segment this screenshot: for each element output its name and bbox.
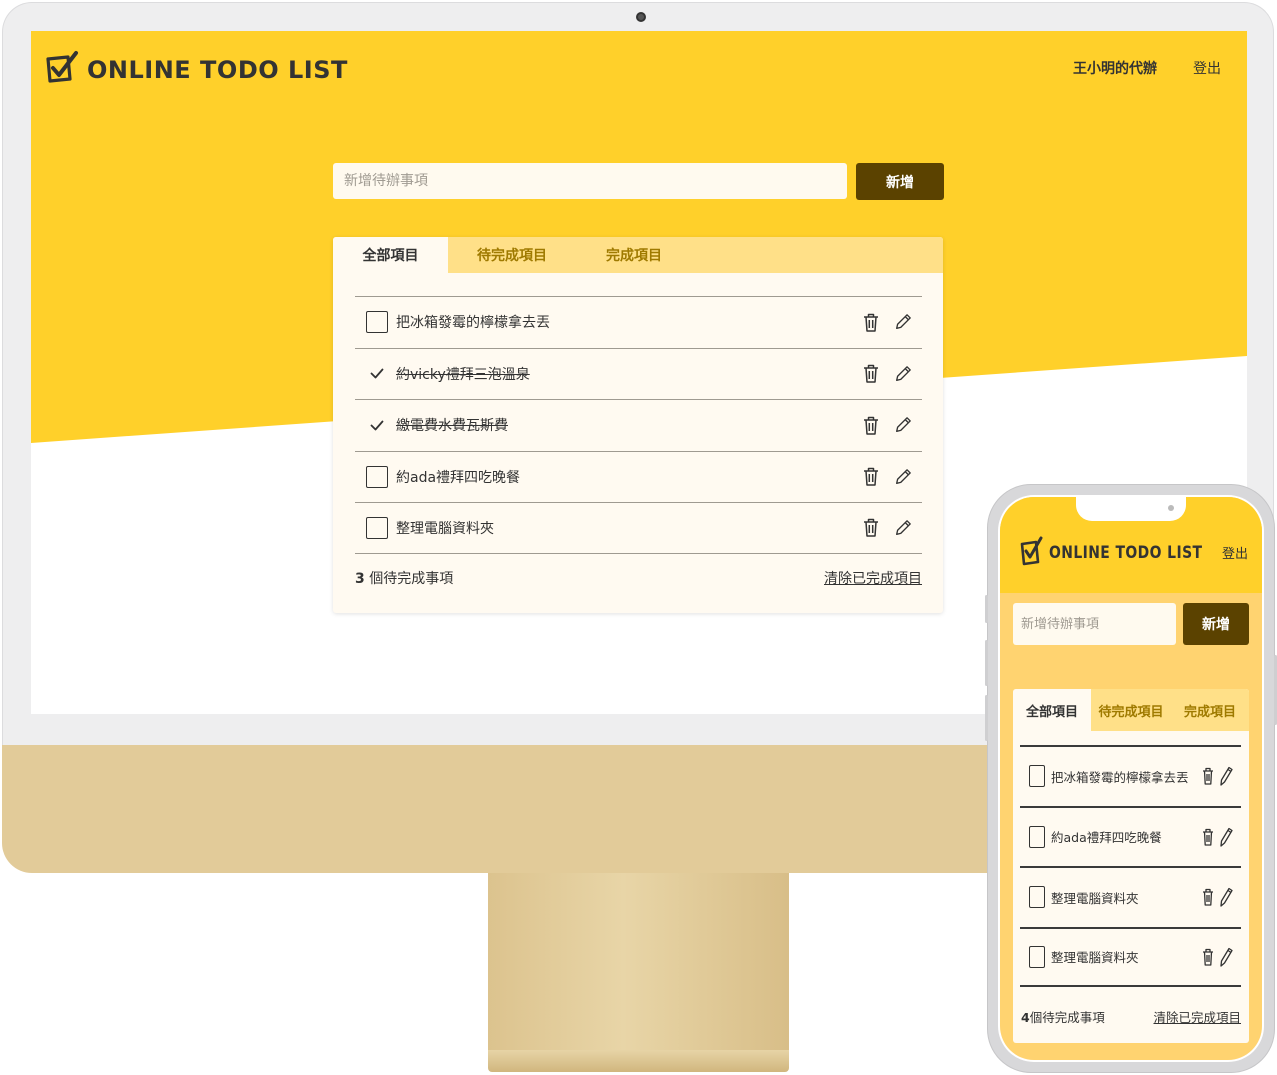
app-title: ONLINE TODO LIST bbox=[87, 56, 348, 84]
pending-suffix: 個待完成事項 bbox=[1029, 1010, 1105, 1025]
checkmark-icon[interactable] bbox=[366, 363, 388, 385]
todo-list: 把冰箱發霉的檸檬拿去丟 約vicky禮拜三泡溫泉 繳電費水費瓦斯費 約ada禮拜… bbox=[355, 296, 922, 554]
todo-text: 約ada禮拜四吃晚餐 bbox=[396, 469, 521, 486]
trash-icon[interactable] bbox=[1201, 828, 1215, 846]
todo-text: 約ada禮拜四吃晚餐 bbox=[1051, 830, 1162, 846]
todo-footer: 3 個待完成事項 清除已完成項目 bbox=[355, 568, 922, 588]
todo-checkbox[interactable] bbox=[366, 465, 388, 488]
trash-icon[interactable] bbox=[862, 467, 880, 487]
mobile-phone-frame: ONLINE TODO LIST 登出 新增 全部項目 待完成項目 完成項目 把… bbox=[985, 484, 1277, 1073]
clear-completed-link[interactable]: 清除已完成項目 bbox=[1153, 1007, 1241, 1026]
clear-completed-link[interactable]: 清除已完成項目 bbox=[824, 568, 922, 588]
pencil-icon[interactable] bbox=[894, 467, 912, 487]
todo-item: 約ada禮拜四吃晚餐 bbox=[355, 450, 922, 503]
todo-checkbox[interactable] bbox=[1029, 945, 1045, 968]
mobile-screen-bezel: ONLINE TODO LIST 登出 新增 全部項目 待完成項目 完成項目 把… bbox=[998, 495, 1264, 1062]
app-logo[interactable]: ONLINE TODO LIST bbox=[43, 50, 348, 90]
todo-item: 整理電腦資料夾 bbox=[355, 502, 922, 554]
mobile-tab-pending[interactable]: 待完成項目 bbox=[1091, 689, 1171, 731]
todo-text: 整理電腦資料夾 bbox=[1051, 950, 1139, 966]
mobile-todo-list: 把冰箱發霉的檸檬拿去丟 約ada禮拜四吃晚餐 整理電腦資料夾 整理電腦資料夾 bbox=[1020, 745, 1241, 987]
device-mockup: ONLINE TODO LIST 王小明的代辦 登出 新增 全部項目 待完成項目… bbox=[0, 0, 1277, 1075]
phone-notch bbox=[1076, 497, 1186, 521]
desktop-monitor-stand-foot bbox=[488, 1050, 789, 1072]
pencil-icon[interactable] bbox=[894, 312, 912, 332]
checkbox-logo-icon bbox=[43, 50, 79, 90]
todo-card: 全部項目 待完成項目 完成項目 把冰箱發霉的檸檬拿去丟 約vicky禮拜三泡溫泉 bbox=[333, 237, 943, 613]
phone-side-button bbox=[985, 640, 988, 686]
pending-number: 3 bbox=[355, 571, 365, 587]
todo-checkbox[interactable] bbox=[1029, 825, 1045, 848]
mobile-app-logo[interactable]: ONLINE TODO LIST bbox=[1019, 536, 1236, 570]
mobile-new-todo-input[interactable] bbox=[1013, 603, 1176, 645]
pencil-icon[interactable] bbox=[894, 415, 912, 435]
header-nav: 王小明的代辦 登出 bbox=[1073, 58, 1221, 78]
pencil-icon[interactable] bbox=[1219, 887, 1233, 907]
add-todo-button[interactable]: 新增 bbox=[856, 163, 944, 200]
todo-item: 約ada禮拜四吃晚餐 bbox=[1020, 805, 1241, 867]
pencil-icon[interactable] bbox=[1219, 947, 1233, 967]
pencil-icon[interactable] bbox=[1219, 766, 1233, 786]
pencil-icon[interactable] bbox=[894, 364, 912, 384]
checkmark-icon[interactable] bbox=[366, 414, 388, 436]
phone-side-button bbox=[985, 695, 988, 741]
pending-count: 4個待完成事項 bbox=[1021, 1007, 1105, 1026]
tab-completed[interactable]: 完成項目 bbox=[576, 237, 692, 273]
todo-checkbox[interactable] bbox=[366, 516, 388, 539]
tab-all[interactable]: 全部項目 bbox=[333, 237, 448, 273]
todo-item: 把冰箱發霉的檸檬拿去丟 bbox=[355, 296, 922, 348]
filter-tabs: 全部項目 待完成項目 完成項目 bbox=[333, 237, 943, 273]
mobile-tab-all[interactable]: 全部項目 bbox=[1013, 689, 1091, 731]
desktop-monitor-stand bbox=[488, 873, 789, 1053]
pending-number: 4 bbox=[1021, 1010, 1030, 1025]
todo-item: 整理電腦資料夾 bbox=[1020, 866, 1241, 927]
todo-text: 把冰箱發霉的檸檬拿去丟 bbox=[396, 315, 550, 332]
mobile-app-title: ONLINE TODO LIST bbox=[1049, 543, 1203, 563]
trash-icon[interactable] bbox=[1201, 888, 1215, 906]
trash-icon[interactable] bbox=[862, 415, 880, 435]
new-todo-input[interactable] bbox=[333, 163, 847, 199]
mobile-tab-completed[interactable]: 完成項目 bbox=[1171, 689, 1249, 731]
mobile-add-todo-button[interactable]: 新增 bbox=[1183, 603, 1249, 645]
pencil-icon[interactable] bbox=[1219, 827, 1233, 847]
pending-count: 3 個待完成事項 bbox=[355, 568, 453, 588]
camera-icon bbox=[636, 12, 646, 22]
tab-pending[interactable]: 待完成項目 bbox=[448, 237, 576, 273]
todo-item: 約vicky禮拜三泡溫泉 bbox=[355, 347, 922, 400]
todo-text: 整理電腦資料夾 bbox=[1051, 890, 1139, 906]
todo-text: 把冰箱發霉的檸檬拿去丟 bbox=[1051, 769, 1189, 785]
mobile-todo-footer: 4個待完成事項 清除已完成項目 bbox=[1021, 1007, 1241, 1026]
mobile-logout-link[interactable]: 登出 bbox=[1222, 543, 1248, 562]
pending-suffix: 個待完成事項 bbox=[364, 571, 454, 587]
todo-item: 繳電費水費瓦斯費 bbox=[355, 399, 922, 451]
todo-checkbox[interactable] bbox=[1029, 765, 1045, 788]
todo-item: 把冰箱發霉的檸檬拿去丟 bbox=[1020, 745, 1241, 806]
trash-icon[interactable] bbox=[1201, 948, 1215, 966]
pencil-icon[interactable] bbox=[894, 518, 912, 538]
user-todo-link[interactable]: 王小明的代辦 bbox=[1073, 58, 1157, 78]
mobile-filter-tabs: 全部項目 待完成項目 完成項目 bbox=[1013, 689, 1249, 731]
camera-icon bbox=[1168, 505, 1174, 511]
trash-icon[interactable] bbox=[1201, 767, 1215, 785]
checkbox-logo-icon bbox=[1019, 536, 1043, 570]
todo-text: 繳電費水費瓦斯費 bbox=[396, 418, 508, 435]
trash-icon[interactable] bbox=[862, 364, 880, 384]
phone-side-button bbox=[985, 595, 988, 623]
todo-text: 約vicky禮拜三泡溫泉 bbox=[396, 366, 530, 383]
mobile-screen: ONLINE TODO LIST 登出 新增 全部項目 待完成項目 完成項目 把… bbox=[1000, 497, 1262, 1060]
todo-text: 整理電腦資料夾 bbox=[396, 520, 494, 537]
trash-icon[interactable] bbox=[862, 518, 880, 538]
todo-checkbox[interactable] bbox=[366, 311, 388, 334]
trash-icon[interactable] bbox=[862, 312, 880, 332]
todo-checkbox[interactable] bbox=[1029, 886, 1045, 909]
mobile-todo-card: 全部項目 待完成項目 完成項目 把冰箱發霉的檸檬拿去丟 約ada禮拜四吃晚餐 整… bbox=[1013, 689, 1249, 1043]
todo-item: 整理電腦資料夾 bbox=[1020, 926, 1241, 987]
logout-link[interactable]: 登出 bbox=[1193, 58, 1221, 78]
